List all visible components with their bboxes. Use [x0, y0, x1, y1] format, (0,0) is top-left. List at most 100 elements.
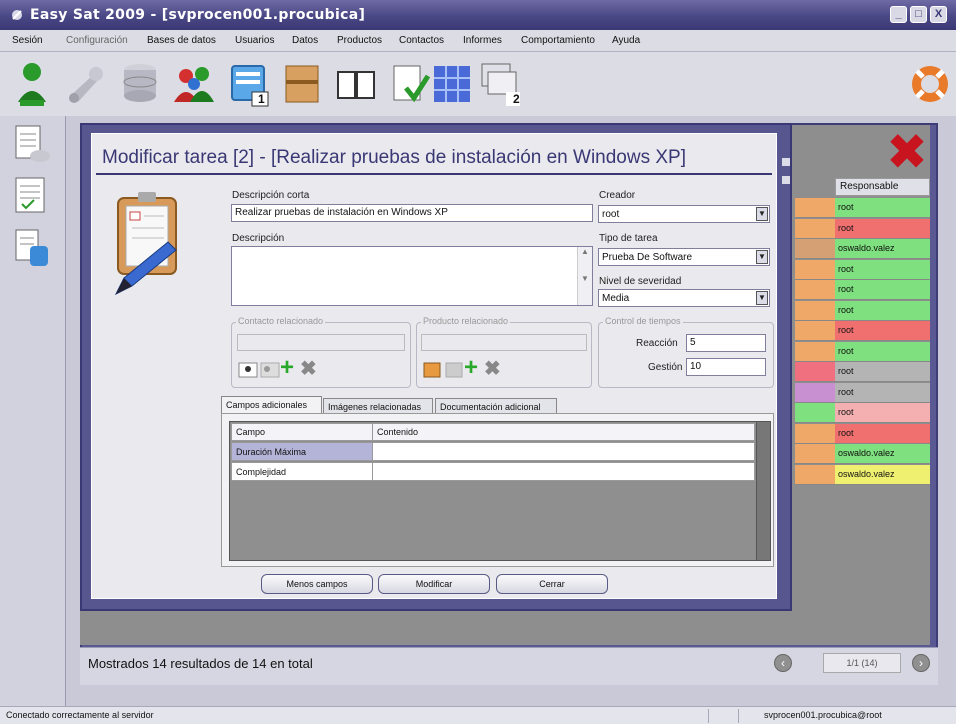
select-product-icon[interactable] [422, 361, 442, 379]
box-icon[interactable] [280, 58, 324, 110]
tipo-select[interactable]: Prueba De Software ▼ [598, 248, 770, 266]
grid-row-cell[interactable] [795, 341, 835, 362]
grid-row-cell[interactable] [795, 362, 835, 382]
status-separator [708, 709, 709, 723]
select-contact-icon[interactable] [238, 361, 258, 379]
product-card-icon[interactable] [444, 361, 464, 379]
severidad-select[interactable]: Media ▼ [598, 289, 770, 307]
descripcion-textarea[interactable] [231, 246, 593, 306]
responsable-cell[interactable]: root [835, 423, 930, 444]
menu-sesion[interactable]: Sesión [12, 35, 43, 46]
responsable-cell[interactable]: oswaldo.valez [835, 444, 930, 464]
splitter-handle[interactable] [782, 176, 790, 184]
grid-row-cell[interactable] [795, 423, 835, 444]
clipboard-pencil-icon [114, 192, 177, 296]
lifebuoy-icon[interactable] [908, 58, 952, 110]
contact-card-icon[interactable] [260, 361, 280, 379]
grid-row-cell[interactable] [795, 403, 835, 423]
add-contact-icon[interactable]: + [280, 354, 294, 382]
notes-icon[interactable] [12, 174, 52, 218]
modificar-button[interactable]: Modificar [378, 574, 490, 594]
maximize-button[interactable]: □ [910, 6, 927, 23]
responsable-cell[interactable]: root [835, 198, 930, 218]
status-separator [738, 709, 739, 723]
remove-product-icon[interactable]: ✖ [484, 356, 501, 381]
database-icon[interactable] [118, 58, 162, 110]
campo-cell[interactable]: Duración Máxima [231, 442, 373, 461]
menos-campos-button[interactable]: Menos campos [261, 574, 373, 594]
network-icon[interactable] [430, 58, 474, 110]
cerrar-button[interactable]: Cerrar [496, 574, 608, 594]
campo-header[interactable]: Campo [231, 423, 373, 441]
remove-contact-icon[interactable]: ✖ [300, 356, 317, 381]
prev-page-icon[interactable]: ‹ [774, 654, 792, 672]
user-icon[interactable] [10, 58, 54, 110]
menu-comportamiento[interactable]: Comportamiento [521, 35, 595, 46]
menu-productos[interactable]: Productos [337, 35, 382, 46]
menu-bases-de-datos[interactable]: Bases de datos [147, 35, 216, 46]
descripcion-scrollbar[interactable]: ▲ ▼ [577, 247, 592, 305]
responsable-cell[interactable]: oswaldo.valez [835, 239, 930, 259]
chevron-down-icon[interactable]: ▼ [756, 207, 768, 221]
grid-row-cell[interactable] [795, 259, 835, 280]
task-list-icon[interactable] [12, 122, 52, 166]
menu-datos[interactable]: Datos [292, 35, 318, 46]
grid-row-cell[interactable] [795, 464, 835, 485]
desc-corta-input[interactable]: Realizar pruebas de instalación en Windo… [231, 204, 593, 222]
grid-row-cell[interactable] [795, 239, 835, 259]
next-page-icon[interactable]: › [912, 654, 930, 672]
responsable-header[interactable]: Responsable [835, 178, 930, 196]
users-icon[interactable] [172, 58, 216, 110]
task-db-icon[interactable] [12, 226, 52, 270]
responsable-cell[interactable]: root [835, 280, 930, 300]
add-product-icon[interactable]: + [464, 354, 478, 382]
desc-corta-label: Descripción corta [232, 190, 310, 201]
gestion-input[interactable]: 10 [686, 358, 766, 376]
contenido-cell[interactable] [372, 442, 755, 461]
reaccion-label: Reacción [636, 338, 678, 349]
chevron-down-icon[interactable]: ▼ [756, 250, 768, 264]
responsable-cell[interactable]: oswaldo.valez [835, 464, 930, 485]
responsable-cell[interactable]: root [835, 341, 930, 362]
menu-informes[interactable]: Informes [463, 35, 502, 46]
tiempos-group [598, 322, 774, 388]
grid-row-cell[interactable] [795, 444, 835, 464]
wrench-icon[interactable] [64, 58, 108, 110]
creador-select[interactable]: root ▼ [598, 205, 770, 223]
splitter-handle[interactable] [782, 158, 790, 166]
reaccion-input[interactable]: 5 [686, 334, 766, 352]
results-count: Mostrados 14 resultados de 14 en total [88, 656, 313, 671]
responsable-cell[interactable]: root [835, 382, 930, 403]
menu-contactos[interactable]: Contactos [399, 35, 444, 46]
close-panel-icon[interactable]: ✖ [882, 127, 932, 177]
contenido-cell[interactable] [372, 462, 755, 481]
grid-row-cell[interactable] [795, 280, 835, 300]
responsable-cell[interactable]: root [835, 218, 930, 239]
menu-ayuda[interactable]: Ayuda [612, 35, 640, 46]
minimize-button[interactable]: _ [890, 6, 907, 23]
contenido-header[interactable]: Contenido [372, 423, 755, 441]
campo-cell[interactable]: Complejidad [231, 462, 373, 481]
tipo-label: Tipo de tarea [599, 233, 658, 244]
chevron-down-icon[interactable]: ▼ [756, 291, 768, 305]
pager-indicator: 1/1 (14) [823, 653, 901, 673]
responsable-cell[interactable]: root [835, 362, 930, 382]
grid-row-cell[interactable] [795, 300, 835, 321]
responsable-cell[interactable]: root [835, 300, 930, 321]
menu-bar: Sesión Configuración Bases de datos Usua… [0, 30, 956, 52]
checklist-icon[interactable] [388, 58, 432, 110]
descripcion-label: Descripción [232, 233, 285, 244]
menu-usuarios[interactable]: Usuarios [235, 35, 274, 46]
producto-field [421, 334, 587, 351]
grid-row-cell[interactable] [795, 382, 835, 403]
grid-row-cell[interactable] [795, 218, 835, 239]
responsable-cell[interactable]: root [835, 321, 930, 341]
close-window-button[interactable]: X [930, 6, 947, 23]
responsable-cell[interactable]: root [835, 259, 930, 280]
responsable-cell[interactable]: root [835, 403, 930, 423]
grid-row-cell[interactable] [795, 321, 835, 341]
book-icon[interactable] [334, 58, 378, 110]
grid-row-cell[interactable] [795, 198, 835, 218]
campos-scrollbar[interactable] [756, 422, 770, 560]
menu-configuracion[interactable]: Configuración [66, 35, 128, 46]
